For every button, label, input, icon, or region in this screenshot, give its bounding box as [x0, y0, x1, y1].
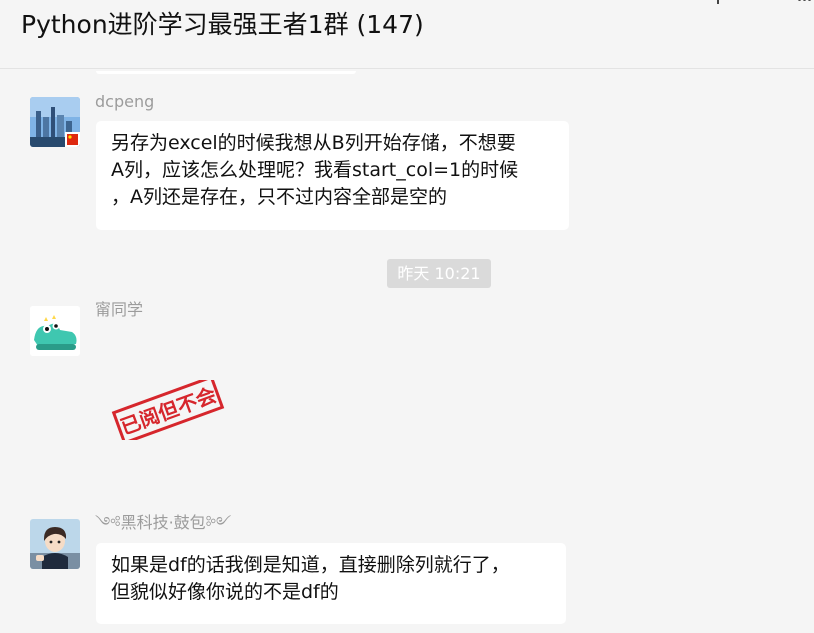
sender-name: 甯同学 [95, 300, 144, 319]
sender-name: dcpeng [95, 92, 155, 111]
message-bubble[interactable]: 如果是df的话我倒是知道，直接删除列就行了， 但貌似好像你说的不是df的 [96, 543, 566, 624]
avatar-ning[interactable] [30, 306, 80, 356]
avatar-dcpeng[interactable] [30, 97, 80, 147]
chat-header: Python进阶学习最强王者1群 (147) [0, 0, 814, 69]
timestamp: 昨天 10:21 [387, 259, 491, 288]
message-text: 另存为excel的时候我想从B列开始存储，不想要 A列，应该怎么处理呢？我看st… [111, 132, 519, 208]
previous-bubble-edge [96, 71, 356, 74]
avatar-heikeji[interactable] [30, 519, 80, 569]
message-bubble[interactable]: 另存为excel的时候我想从B列开始存储，不想要 A列，应该怎么处理呢？我看st… [96, 121, 569, 230]
sender-name: ༺黑科技·鼓包༻ [95, 513, 232, 532]
sticker-text: 已阅但不会 [117, 383, 219, 440]
stamp-sticker[interactable]: 已阅但不会 [108, 375, 228, 445]
chat-title: Python进阶学习最强王者1群 (147) [21, 10, 424, 39]
add-icon[interactable] [710, 0, 726, 4]
message-text: 如果是df的话我倒是知道，直接删除列就行了， 但貌似好像你说的不是df的 [111, 554, 510, 603]
more-icon[interactable] [798, 0, 812, 2]
